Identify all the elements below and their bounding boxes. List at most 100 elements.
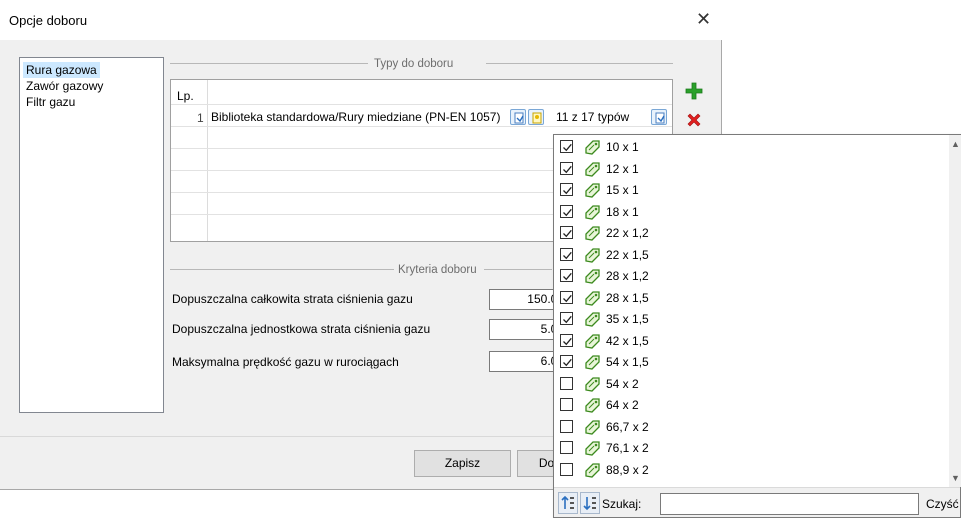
group-divider bbox=[486, 63, 673, 64]
list-item[interactable]: 10 x 1 bbox=[554, 137, 949, 157]
checkbox-checked[interactable] bbox=[560, 161, 573, 175]
list-item[interactable]: 64 x 2 bbox=[554, 395, 949, 415]
dialog-title: Opcje doboru bbox=[9, 13, 88, 28]
vertical-scrollbar[interactable]: ▲ ▼ bbox=[949, 135, 961, 487]
criteria-label: Dopuszczalna jednostkowa strata ciśnieni… bbox=[172, 322, 431, 336]
tag-icon bbox=[584, 462, 601, 481]
type-label: 18 x 1 bbox=[606, 204, 639, 219]
group-divider bbox=[170, 269, 394, 270]
type-label: 35 x 1,5 bbox=[606, 312, 649, 326]
edit-icon[interactable] bbox=[510, 109, 526, 125]
save-button[interactable]: Zapisz bbox=[414, 450, 511, 477]
checkbox-checked[interactable] bbox=[560, 269, 573, 282]
list-item[interactable]: 76,1 x 2 bbox=[554, 438, 949, 458]
checkbox-unchecked[interactable] bbox=[560, 462, 573, 476]
list-item[interactable]: 18 x 1 bbox=[554, 202, 949, 222]
tag-icon bbox=[584, 311, 601, 330]
tag-icon bbox=[584, 440, 601, 459]
type-label: 22 x 1,2 bbox=[606, 226, 649, 240]
sort-descending-icon[interactable] bbox=[580, 492, 600, 514]
types-dropdown: 10 x 1 12 x 1 15 x 1 18 x 1 22 x 1,2 22 x 1,5… bbox=[553, 134, 961, 518]
criteria-label: Dopuszczalna całkowita strata ciśnienia … bbox=[172, 292, 413, 306]
type-label: 28 x 1,5 bbox=[606, 290, 649, 305]
checkbox-checked[interactable] bbox=[560, 247, 573, 261]
title-bar: Opcje doboru ✕ bbox=[0, 0, 722, 40]
list-item[interactable]: 28 x 1,2 bbox=[554, 266, 949, 286]
row-number: 1 bbox=[197, 111, 204, 125]
checkbox-checked[interactable] bbox=[560, 312, 573, 325]
tag-icon bbox=[584, 376, 601, 395]
type-label: 66,7 x 2 bbox=[606, 419, 649, 434]
library-path-cell[interactable]: Biblioteka standardowa/Rury miedziane (P… bbox=[211, 110, 507, 124]
tag-icon bbox=[584, 247, 601, 266]
tag-icon bbox=[584, 419, 601, 438]
list-item[interactable]: 54 x 1,5 bbox=[554, 352, 949, 372]
checkbox-unchecked[interactable] bbox=[560, 376, 573, 390]
list-item[interactable]: 12 x 1 bbox=[554, 159, 949, 179]
group-divider bbox=[170, 63, 368, 64]
column-header-lp: Lp. bbox=[177, 89, 194, 103]
list-item[interactable]: 54 x 2 bbox=[554, 374, 949, 394]
checkbox-unchecked[interactable] bbox=[560, 398, 573, 411]
type-label: 76,1 x 2 bbox=[606, 441, 649, 455]
type-label: 42 x 1,5 bbox=[606, 333, 649, 348]
checkbox-unchecked[interactable] bbox=[560, 441, 573, 454]
tag-icon bbox=[584, 290, 601, 309]
tag-icon bbox=[584, 268, 601, 287]
type-label: 54 x 1,5 bbox=[606, 355, 649, 369]
checkbox-checked[interactable] bbox=[560, 204, 573, 218]
dropdown-icon[interactable] bbox=[651, 109, 667, 125]
scroll-down-icon[interactable]: ▼ bbox=[951, 473, 960, 483]
checkbox-checked[interactable] bbox=[560, 290, 573, 304]
types-checklist: 10 x 1 12 x 1 15 x 1 18 x 1 22 x 1,2 22 x 1,5… bbox=[554, 135, 949, 487]
checkbox-checked[interactable] bbox=[560, 355, 573, 368]
delete-icon[interactable] bbox=[684, 110, 704, 130]
scroll-up-icon[interactable]: ▲ bbox=[951, 139, 960, 149]
tag-icon bbox=[584, 161, 601, 180]
grid-divider bbox=[171, 126, 672, 127]
list-item[interactable]: 88,9 x 2 bbox=[554, 460, 949, 480]
type-label: 12 x 1 bbox=[606, 161, 639, 176]
type-label: 54 x 2 bbox=[606, 376, 639, 391]
types-group-title: Typy do doboru bbox=[374, 58, 454, 70]
tag-icon bbox=[584, 397, 601, 416]
tag-icon bbox=[584, 354, 601, 373]
checkbox-checked[interactable] bbox=[560, 333, 573, 347]
tag-icon bbox=[584, 333, 601, 352]
type-label: 88,9 x 2 bbox=[606, 462, 649, 477]
checkbox-checked[interactable] bbox=[560, 140, 573, 153]
checkbox-checked[interactable] bbox=[560, 183, 573, 196]
add-icon[interactable] bbox=[684, 81, 704, 101]
type-label: 10 x 1 bbox=[606, 140, 639, 154]
search-bar: Szukaj: Czyść bbox=[554, 487, 960, 517]
criteria-group-title: Kryteria doboru bbox=[398, 264, 477, 276]
types-count-cell[interactable]: 11 z 17 typów bbox=[556, 110, 629, 124]
list-item[interactable]: 22 x 1,2 bbox=[554, 223, 949, 243]
group-divider bbox=[484, 269, 552, 270]
search-label: Szukaj: bbox=[602, 497, 642, 511]
list-item[interactable]: 22 x 1,5 bbox=[554, 245, 949, 265]
checkbox-checked[interactable] bbox=[560, 226, 573, 239]
list-item-zawor-gazowy[interactable]: Zawór gazowy bbox=[23, 78, 106, 94]
clear-button[interactable]: Czyść bbox=[926, 493, 961, 515]
checkbox-unchecked[interactable] bbox=[560, 419, 573, 433]
tag-icon bbox=[584, 225, 601, 244]
grid-divider bbox=[171, 104, 672, 105]
criteria-label: Maksymalna prędkość gazu w rurociągach bbox=[172, 355, 399, 369]
list-item[interactable]: 28 x 1,5 bbox=[554, 288, 949, 308]
list-item[interactable]: 66,7 x 2 bbox=[554, 417, 949, 437]
tag-icon bbox=[584, 182, 601, 201]
search-input[interactable] bbox=[660, 493, 919, 515]
category-list: Rura gazowa Zawór gazowy Filtr gazu bbox=[19, 57, 164, 413]
list-item-filtr-gazu[interactable]: Filtr gazu bbox=[23, 94, 78, 110]
sort-ascending-icon[interactable] bbox=[558, 492, 578, 514]
list-item-rura-gazowa[interactable]: Rura gazowa bbox=[23, 62, 100, 78]
close-icon[interactable]: ✕ bbox=[696, 9, 711, 29]
tag-icon bbox=[584, 139, 601, 158]
type-label: 15 x 1 bbox=[606, 183, 639, 197]
list-item[interactable]: 15 x 1 bbox=[554, 180, 949, 200]
select-icon[interactable] bbox=[528, 109, 544, 125]
list-item[interactable]: 42 x 1,5 bbox=[554, 331, 949, 351]
list-item[interactable]: 35 x 1,5 bbox=[554, 309, 949, 329]
type-label: 22 x 1,5 bbox=[606, 247, 649, 262]
